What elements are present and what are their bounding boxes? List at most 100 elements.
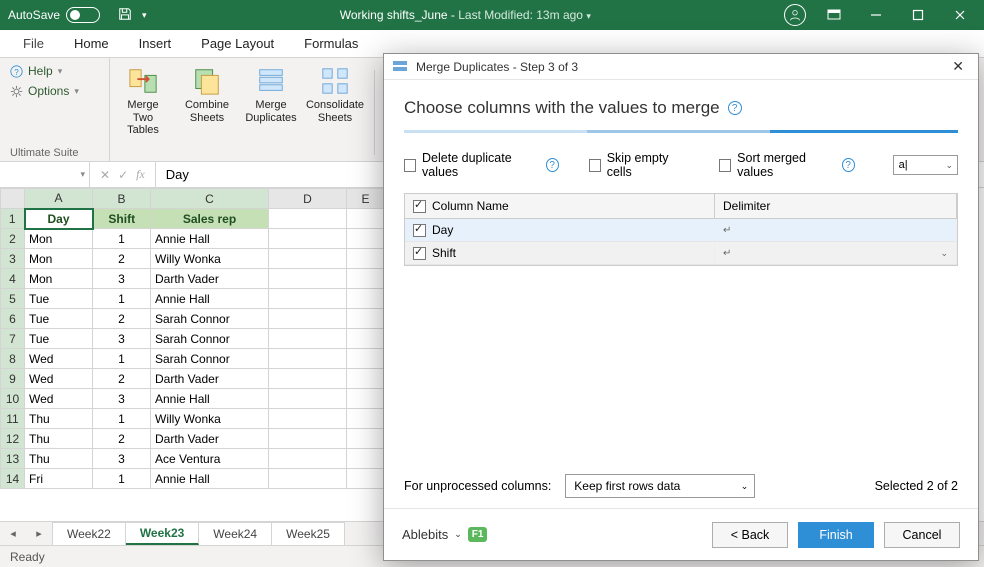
cell-D11[interactable] <box>269 409 347 429</box>
cell-E9[interactable] <box>347 369 385 389</box>
row-header-5[interactable]: 5 <box>1 289 25 309</box>
cell-A6[interactable]: Tue <box>25 309 93 329</box>
cancel-icon[interactable]: ✕ <box>100 168 110 182</box>
tab-formulas[interactable]: Formulas <box>289 29 373 57</box>
cell-C11[interactable]: Willy Wonka <box>151 409 269 429</box>
cell-D8[interactable] <box>269 349 347 369</box>
cell-B9[interactable]: 2 <box>93 369 151 389</box>
sheet-tab-week25-cut[interactable]: Week25 <box>272 522 345 545</box>
cell-D7[interactable] <box>269 329 347 349</box>
sheet-tab-week24[interactable]: Week24 <box>199 522 272 545</box>
cell-D1[interactable] <box>269 209 347 229</box>
options-button[interactable]: Options▾ <box>10 84 99 98</box>
cancel-button[interactable]: Cancel <box>884 522 960 548</box>
autosave-toggle[interactable]: AutoSave <box>0 7 108 23</box>
row-header-14[interactable]: 14 <box>1 469 25 489</box>
cell-E2[interactable] <box>347 229 385 249</box>
cell-D9[interactable] <box>269 369 347 389</box>
cell-C2[interactable]: Annie Hall <box>151 229 269 249</box>
finish-button[interactable]: Finish <box>798 522 874 548</box>
cell-A1[interactable]: Day <box>25 209 93 229</box>
cell-E10[interactable] <box>347 389 385 409</box>
enter-icon[interactable]: ✓ <box>118 168 128 182</box>
checkbox-skip-empty[interactable]: Skip empty cells <box>589 151 690 179</box>
cell-C9[interactable]: Darth Vader <box>151 369 269 389</box>
cell-E14[interactable] <box>347 469 385 489</box>
cell-C12[interactable]: Darth Vader <box>151 429 269 449</box>
row-header-6[interactable]: 6 <box>1 309 25 329</box>
sheet-nav-next[interactable]: ▸ <box>26 522 52 545</box>
cell-B11[interactable]: 1 <box>93 409 151 429</box>
cell-D10[interactable] <box>269 389 347 409</box>
chevron-down-icon[interactable]: ▾ <box>80 169 85 180</box>
row-header-2[interactable]: 2 <box>1 229 25 249</box>
col-header-D[interactable]: D <box>269 189 347 209</box>
cell-A14[interactable]: Fri <box>25 469 93 489</box>
cell-C7[interactable]: Sarah Connor <box>151 329 269 349</box>
save-icon[interactable] <box>118 7 132 24</box>
cell-A8[interactable]: Wed <box>25 349 93 369</box>
cell-D13[interactable] <box>269 449 347 469</box>
cell-B7[interactable]: 3 <box>93 329 151 349</box>
fx-icon[interactable]: fx <box>136 167 145 182</box>
unprocessed-select[interactable]: Keep first rows data ⌄ <box>565 474 755 498</box>
cell-D2[interactable] <box>269 229 347 249</box>
cell-D3[interactable] <box>269 249 347 269</box>
cell-B10[interactable]: 3 <box>93 389 151 409</box>
row-header-9[interactable]: 9 <box>1 369 25 389</box>
cell-B4[interactable]: 3 <box>93 269 151 289</box>
cell-C6[interactable]: Sarah Connor <box>151 309 269 329</box>
cell-E11[interactable] <box>347 409 385 429</box>
row-header-13[interactable]: 13 <box>1 449 25 469</box>
sheet-nav-prev[interactable]: ◂ <box>0 522 26 545</box>
help-icon[interactable]: ? <box>728 101 742 115</box>
dropdown-icon[interactable]: ▾ <box>142 10 147 21</box>
sort-order-dropdown[interactable]: a| ⌄ <box>893 155 958 175</box>
cell-E7[interactable] <box>347 329 385 349</box>
cell-B14[interactable]: 1 <box>93 469 151 489</box>
cell-B3[interactable]: 2 <box>93 249 151 269</box>
chevron-down-icon[interactable]: ⌄ <box>940 248 948 259</box>
cell-E1[interactable] <box>347 209 385 229</box>
row-header-10[interactable]: 10 <box>1 389 25 409</box>
col-header-B[interactable]: B <box>93 189 151 209</box>
cell-D4[interactable] <box>269 269 347 289</box>
cell-A2[interactable]: Mon <box>25 229 93 249</box>
close-icon[interactable] <box>946 0 974 30</box>
help-icon[interactable]: ? <box>842 158 855 172</box>
cell-C13[interactable]: Ace Ventura <box>151 449 269 469</box>
cell-A4[interactable]: Mon <box>25 269 93 289</box>
chevron-down-icon[interactable]: ▾ <box>586 11 591 21</box>
cell-A13[interactable]: Thu <box>25 449 93 469</box>
cell-A11[interactable]: Thu <box>25 409 93 429</box>
cell-C1[interactable]: Sales rep <box>151 209 269 229</box>
cell-E4[interactable] <box>347 269 385 289</box>
maximize-icon[interactable] <box>904 0 932 30</box>
col-header-C[interactable]: C <box>151 189 269 209</box>
cell-D5[interactable] <box>269 289 347 309</box>
merge-duplicates-button[interactable]: Merge Duplicates <box>242 64 300 161</box>
row-header-3[interactable]: 3 <box>1 249 25 269</box>
merge-two-tables-button[interactable]: Merge Two Tables <box>114 64 172 161</box>
back-button[interactable]: < Back <box>712 522 788 548</box>
tab-home[interactable]: Home <box>59 29 124 57</box>
column-row-shift[interactable]: Shift ↵ ⌄ <box>405 242 957 265</box>
brand-ablebits[interactable]: Ablebits⌄ F1 <box>402 527 487 542</box>
tab-file[interactable]: File <box>8 29 59 57</box>
cell-E3[interactable] <box>347 249 385 269</box>
cell-A12[interactable]: Thu <box>25 429 93 449</box>
cell-A10[interactable]: Wed <box>25 389 93 409</box>
tab-insert[interactable]: Insert <box>124 29 187 57</box>
sheet-tab-week22[interactable]: Week22 <box>53 522 126 545</box>
row-header-11[interactable]: 11 <box>1 409 25 429</box>
cell-A7[interactable]: Tue <box>25 329 93 349</box>
cell-D12[interactable] <box>269 429 347 449</box>
cell-A9[interactable]: Wed <box>25 369 93 389</box>
row-header-4[interactable]: 4 <box>1 269 25 289</box>
combine-sheets-button[interactable]: Combine Sheets <box>178 64 236 161</box>
formula-input[interactable]: Day <box>156 167 199 182</box>
row-header-12[interactable]: 12 <box>1 429 25 449</box>
cell-C8[interactable]: Sarah Connor <box>151 349 269 369</box>
cell-B12[interactable]: 2 <box>93 429 151 449</box>
dialog-close-icon[interactable]: ✕ <box>946 56 970 77</box>
